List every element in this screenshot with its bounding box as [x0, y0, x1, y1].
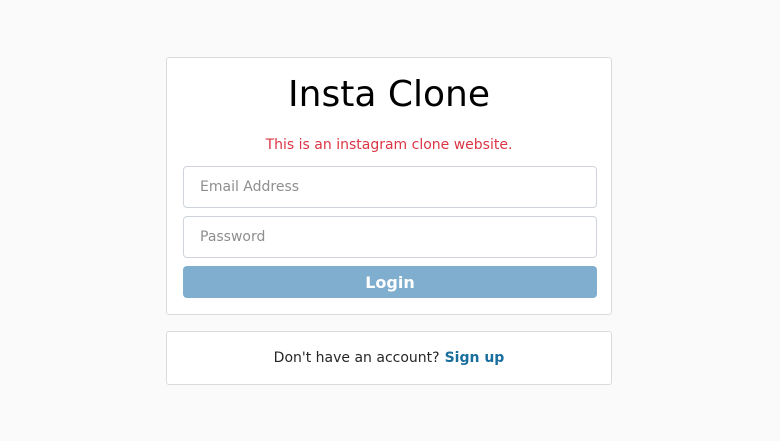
signup-prompt: Don't have an account?: [273, 350, 440, 366]
site-description: This is an instagram clone website.: [265, 137, 513, 153]
page-title: Insta Clone: [288, 74, 490, 115]
email-field[interactable]: [183, 166, 597, 208]
password-field[interactable]: [183, 216, 597, 258]
login-button[interactable]: Login: [183, 266, 597, 298]
signup-card: Don't have an account? Sign up: [166, 331, 612, 385]
login-card: Insta Clone This is an instagram clone w…: [166, 57, 612, 315]
signup-link[interactable]: Sign up: [445, 350, 505, 366]
